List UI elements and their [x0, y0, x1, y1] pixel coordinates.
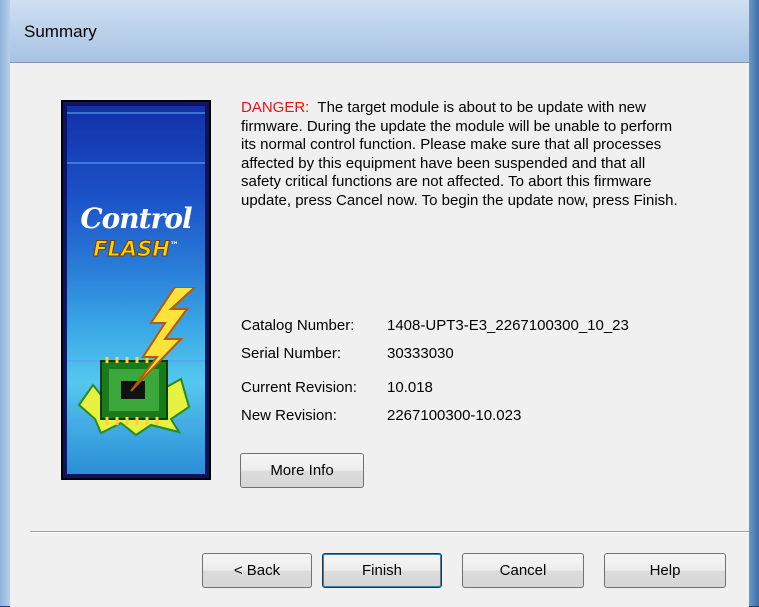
title-bar[interactable]: Summary: [10, 0, 749, 62]
new-revision-row: New Revision: 2267100300-10.023: [10, 407, 749, 427]
new-revision-value: 2267100300-10.023: [387, 407, 522, 424]
banner-logo-flash: FLASH™: [93, 237, 179, 262]
more-info-button[interactable]: More Info: [240, 453, 364, 488]
current-revision-row: Current Revision: 10.018: [10, 379, 749, 399]
cancel-button[interactable]: Cancel: [462, 553, 584, 588]
banner-stripe: [67, 162, 205, 164]
serial-number-label: Serial Number:: [241, 345, 342, 362]
new-revision-label: New Revision:: [241, 407, 337, 424]
current-revision-value: 10.018: [387, 379, 433, 396]
window-frame-right: [749, 0, 759, 606]
danger-warning-text: DANGER: The target module is about to be…: [241, 99, 681, 211]
help-button[interactable]: Help: [604, 553, 726, 588]
serial-number-row: Serial Number: 30333030: [10, 345, 749, 365]
current-revision-label: Current Revision:: [241, 379, 357, 396]
serial-number-value: 30333030: [387, 345, 454, 362]
banner-stripe: [67, 112, 205, 114]
window-title: Summary: [24, 22, 97, 41]
catalog-number-value: 1408-UPT3-E3_2267100300_10_23: [387, 317, 629, 334]
catalog-number-row: Catalog Number: 1408-UPT3-E3_2267100300_…: [10, 317, 749, 337]
back-button[interactable]: < Back: [202, 553, 312, 588]
catalog-number-label: Catalog Number:: [241, 317, 355, 334]
danger-label: DANGER:: [241, 99, 310, 116]
finish-button[interactable]: Finish: [322, 553, 442, 588]
banner-logo-control: Control: [80, 202, 192, 235]
dialog-body: Control FLASH™ DANGER: The target module…: [10, 62, 749, 607]
window-frame-left: [0, 0, 10, 606]
dialog-separator: [30, 531, 749, 533]
